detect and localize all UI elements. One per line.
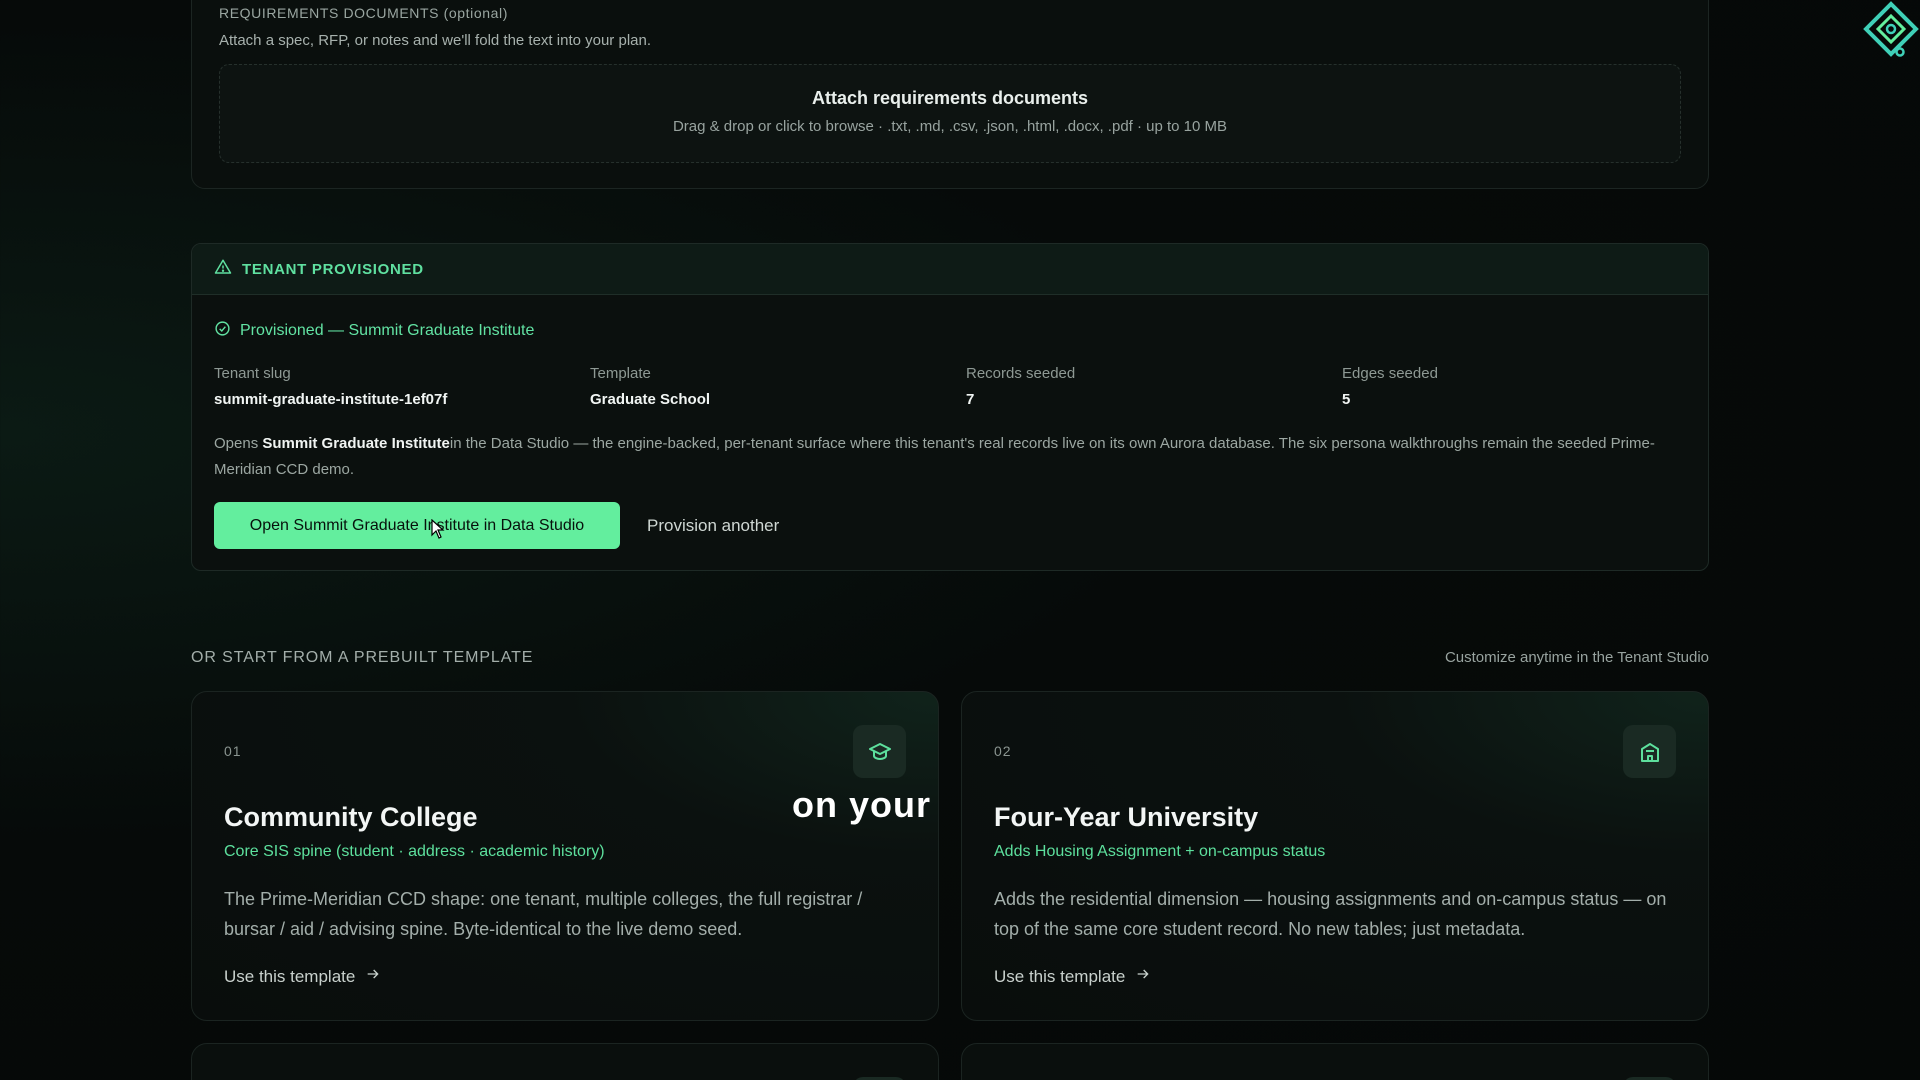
open-in-data-studio-button[interactable]: Open Summit Graduate Institute in Data S… (214, 502, 620, 549)
use-template-label: Use this template (994, 966, 1126, 986)
template-number: 01 (224, 743, 242, 759)
meta-template: Template Graduate School (590, 365, 710, 408)
templates-heading: OR START FROM A PREBUILT TEMPLATE (191, 649, 534, 666)
template-description: Adds the residential dimension — housing… (994, 889, 1667, 939)
template-card-partial[interactable] (961, 1043, 1709, 1080)
meta-value: summit-graduate-institute-1ef07f (214, 391, 448, 408)
meta-key: Edges seeded (1342, 365, 1438, 382)
meta-tenant-slug: Tenant slug summit-graduate-institute-1e… (214, 365, 447, 408)
tenant-provisioned-card: TENANT PROVISIONED Provisioned — Summit … (191, 243, 1709, 571)
template-card-partial[interactable] (191, 1043, 939, 1080)
brand-logo-icon[interactable] (1862, 0, 1920, 65)
desc-prefix: Opens (214, 435, 263, 452)
meta-key: Records seeded (966, 365, 1076, 382)
template-name: Community College (224, 802, 478, 832)
template-number: 02 (994, 743, 1012, 759)
provision-another-button[interactable]: Provision another (647, 502, 779, 549)
meta-key: Template (590, 365, 651, 382)
graduation-cap-icon (853, 725, 906, 778)
tenant-header-title: TENANT PROVISIONED (242, 260, 424, 278)
template-tagline: Core SIS spine (student · address · acad… (224, 843, 605, 860)
use-template-link[interactable]: Use this template (224, 966, 381, 987)
arrow-right-icon (1135, 966, 1151, 987)
building-icon (1623, 725, 1676, 778)
templates-note: Customize anytime in the Tenant Studio (1444, 649, 1709, 666)
use-template-link[interactable]: Use this template (994, 966, 1151, 987)
requirements-dropzone[interactable]: Attach requirements documents Drag & dro… (219, 64, 1681, 163)
tenant-description: Opens Summit Graduate Institutein the Da… (214, 431, 1694, 483)
meta-edges-seeded: Edges seeded 5 (1342, 365, 1438, 408)
requirements-description: Attach a spec, RFP, or notes and we'll f… (219, 32, 651, 49)
template-tagline: Adds Housing Assignment + on-campus stat… (994, 843, 1326, 860)
meta-key: Tenant slug (214, 365, 291, 382)
provisioned-status: Provisioned — Summit Graduate Institute (214, 320, 534, 342)
warning-triangle-icon (214, 258, 232, 281)
template-card-community-college[interactable]: 01 Community College Core SIS spine (stu… (191, 691, 939, 1021)
template-name: Four-Year University (994, 802, 1259, 832)
use-template-label: Use this template (224, 966, 356, 986)
mouse-cursor-icon (431, 518, 445, 544)
check-circle-icon (214, 320, 231, 342)
template-card-four-year-university[interactable]: 02 Four-Year University Adds Housing Ass… (961, 691, 1709, 1021)
dropzone-subtitle: Drag & drop or click to browse · .txt, .… (672, 118, 1228, 135)
meta-records-seeded: Records seeded 7 (966, 365, 1075, 408)
tenant-header: TENANT PROVISIONED (192, 244, 1708, 295)
desc-tenant-name: Summit Graduate Institute (262, 435, 450, 452)
meta-value: 7 (966, 391, 975, 408)
meta-value: 5 (1342, 391, 1351, 408)
dropzone-title: Attach requirements documents (811, 88, 1089, 108)
meta-value: Graduate School (590, 391, 711, 408)
template-description: The Prime-Meridian CCD shape: one tenant… (224, 889, 863, 939)
provisioned-text: Provisioned — Summit Graduate Institute (240, 322, 535, 339)
requirements-label: REQUIREMENTS DOCUMENTS (optional) (219, 5, 508, 21)
arrow-right-icon (365, 966, 381, 987)
video-caption-overlay: on your (792, 784, 931, 825)
